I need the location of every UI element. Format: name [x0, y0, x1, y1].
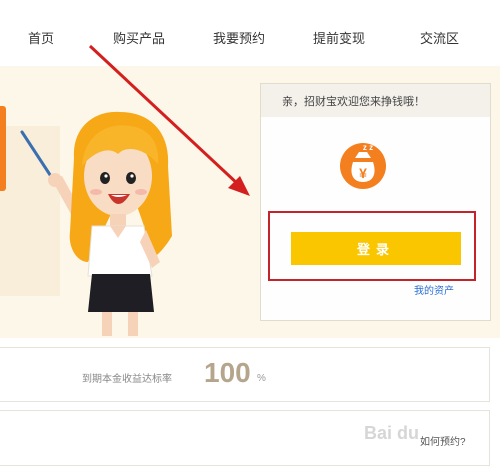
nav-item-early-cash[interactable]: 提前变现	[313, 28, 365, 47]
stats-label: 到期本金收益达标率	[82, 374, 172, 385]
annotation-arrow	[88, 44, 250, 196]
hero-decoration	[0, 106, 6, 191]
stats-bar: 到期本金收益达标率 100 %	[0, 347, 490, 402]
money-bag-icon: ¥ z z	[340, 143, 386, 189]
my-assets-link[interactable]: 我的资产	[414, 282, 454, 297]
nav-item-forum[interactable]: 交流区	[420, 28, 459, 47]
watermark-text: Bai du	[364, 423, 419, 443]
nav-item-home[interactable]: 首页	[28, 28, 54, 47]
sleep-glyph: z z	[363, 143, 373, 152]
welcome-greeting: 亲，招财宝欢迎您来挣钱哦！	[282, 96, 425, 108]
stats-unit: %	[257, 373, 266, 384]
card-header: 亲，招财宝欢迎您来挣钱哦！	[261, 84, 490, 117]
yen-glyph: ¥	[359, 165, 367, 181]
login-card: 亲，招财宝欢迎您来挣钱哦！ ¥ z z	[260, 83, 491, 321]
how-to-reserve-link[interactable]: 如何预约?	[420, 433, 466, 448]
stats-value: 100	[204, 357, 251, 388]
login-button[interactable]: 登录	[291, 232, 461, 265]
